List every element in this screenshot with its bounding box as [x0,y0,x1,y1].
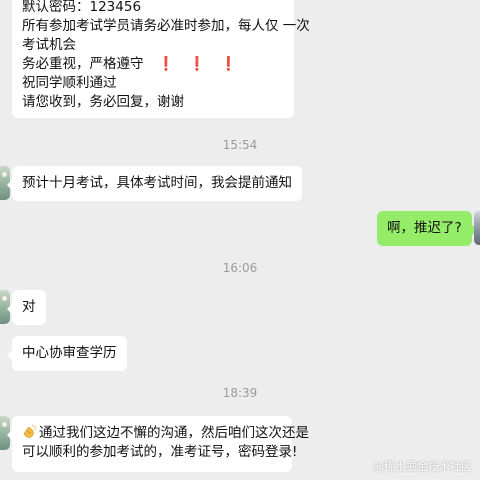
message-text: 啊，推迟了? [387,220,462,236]
clap-icon [22,425,36,439]
message-line: 所有参加考试学员请务必准时参加，每人仅 一次 [22,18,310,34]
message-text: 预计十月考试，具体考试时间，我会提前通知 [22,175,292,191]
avatar-image [2,172,7,177]
message-bubble-exam-notice[interactable]: 默认密码：123456 所有参加考试学员请务必准时参加，每人仅 一次 考试机会 … [12,0,310,118]
message-line: 可以顺利的参加考试的，准考证号，密码登录! [22,444,298,460]
watermark: @稀土掘金技术社区 [373,460,472,473]
warning-icon: ❗ [188,56,206,72]
avatar-image [2,422,7,427]
my-avatar[interactable] [474,211,480,245]
message-text: 中心协审查学历 [22,345,117,361]
timestamp: 16:06 [222,261,258,275]
chat-window: 默认密码：123456 所有参加考试学员请务必准时参加，每人仅 一次 考试机会 … [0,0,480,480]
message-line: 通过我们这边不懈的沟通，然后咱们这次还是 [22,424,309,443]
message-bubble[interactable]: 对 [7,290,46,325]
message-bubble[interactable]: 中心协审查学历 [7,336,127,371]
message-bubble[interactable]: 通过我们这边不懈的沟通，然后咱们这次还是 可以顺利的参加考试的，准考证号，密码登… [7,416,309,472]
warning-icon: ❗ [220,56,237,72]
message-text: 对 [22,299,36,315]
warning-icon: ❗ [157,56,175,72]
timestamp: 15:54 [222,138,258,152]
message-line: 祝同学顺利通过 [22,75,117,91]
message-line: 请您收到，务必回复，谢谢 [22,94,184,110]
timestamp: 18:39 [222,386,258,400]
message-line: 务必重视，严格遵守 [22,56,144,72]
avatar-image [2,296,7,301]
message-bubble-outgoing[interactable]: 啊，推迟了? [377,211,477,246]
message-line: 默认密码：123456 [22,0,142,15]
message-text: 通过我们这边不懈的沟通，然后咱们这次还是 [39,425,309,441]
message-line-with-warnings: 务必重视，严格遵守 ❗ ❗ ❗ [22,55,284,74]
message-line: 考试机会 [22,37,76,53]
message-bubble[interactable]: 预计十月考试，具体考试时间，我会提前通知 [7,166,302,201]
